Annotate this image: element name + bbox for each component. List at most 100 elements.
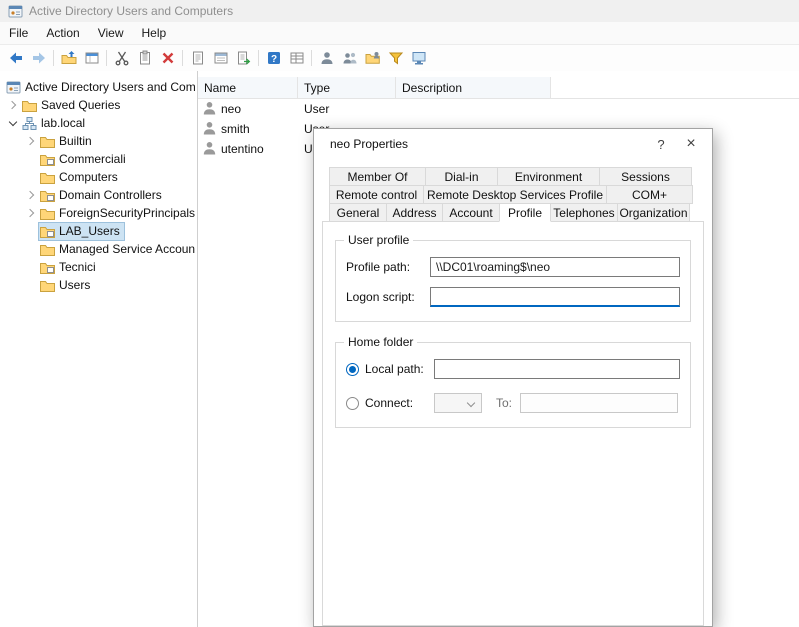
tree-item-users[interactable]: Users <box>0 276 197 294</box>
column-header-name[interactable]: Name <box>198 77 298 98</box>
tree-item-label: Users <box>59 278 90 292</box>
profile-path-label: Profile path: <box>346 260 430 274</box>
tree-item-label: Managed Service Accoun <box>59 242 195 256</box>
column-header-description[interactable]: Description <box>396 77 551 98</box>
new-user-button[interactable] <box>315 47 338 69</box>
tree-item-managed-service-accounts[interactable]: Managed Service Accoun <box>0 240 197 258</box>
new-group-button[interactable] <box>338 47 361 69</box>
back-button[interactable] <box>4 47 27 69</box>
profile-path-input[interactable] <box>430 257 680 277</box>
connect-radio[interactable] <box>346 397 359 410</box>
toolbar-separator <box>258 50 259 66</box>
add-to-group-button[interactable] <box>361 47 384 69</box>
forward-button[interactable] <box>27 47 50 69</box>
tree-item-builtin[interactable]: Builtin <box>0 132 197 150</box>
connect-path-input[interactable] <box>520 393 678 413</box>
domain-icon <box>22 117 37 130</box>
user-profile-legend: User profile <box>344 233 413 247</box>
local-path-radio[interactable] <box>346 363 359 376</box>
menu-action[interactable]: Action <box>37 22 88 44</box>
chevron-right-icon[interactable] <box>6 96 20 114</box>
tab-member-of[interactable]: Member Of <box>329 167 426 186</box>
tree-item-lab-users[interactable]: LAB_Users <box>0 222 197 240</box>
help-button[interactable]: ? <box>262 47 285 69</box>
tab-dial-in[interactable]: Dial-in <box>425 167 498 186</box>
local-path-input[interactable] <box>434 359 680 379</box>
tree-item-tecnici[interactable]: Tecnici <box>0 258 197 276</box>
menu-file[interactable]: File <box>0 22 37 44</box>
chevron-spacer <box>24 168 38 186</box>
tab-strip: Member Of Dial-in Environment Sessions R… <box>329 167 697 222</box>
tab-address[interactable]: Address <box>386 203 443 222</box>
list-row-neo[interactable]: neo User <box>198 99 799 119</box>
folder-icon <box>40 207 55 220</box>
menu-help[interactable]: Help <box>133 22 176 44</box>
chevron-spacer <box>24 258 38 276</box>
toolbar-separator <box>182 50 183 66</box>
export-list-button[interactable] <box>232 47 255 69</box>
tab-com-plus[interactable]: COM+ <box>606 185 693 204</box>
user-icon <box>203 141 216 158</box>
chevron-down-icon[interactable] <box>6 114 20 132</box>
tree-item-label: lab.local <box>41 116 85 130</box>
list-view-button[interactable] <box>285 47 308 69</box>
cell-name: utentino <box>221 142 264 156</box>
tab-general[interactable]: General <box>329 203 387 222</box>
dialog-help-button[interactable]: ? <box>646 132 676 156</box>
copy-button[interactable] <box>133 47 156 69</box>
console-tree-button[interactable] <box>80 47 103 69</box>
tree-item-lab-local[interactable]: lab.local <box>0 114 197 132</box>
list-header: Name Type Description <box>198 77 799 99</box>
chevron-spacer <box>24 150 38 168</box>
tab-profile[interactable]: Profile <box>499 203 551 222</box>
ou-folder-icon <box>40 225 55 238</box>
tree-item-domain-controllers[interactable]: Domain Controllers <box>0 186 197 204</box>
tab-account[interactable]: Account <box>442 203 500 222</box>
cut-button[interactable] <box>110 47 133 69</box>
tree-item-foreign-security-principals[interactable]: ForeignSecurityPrincipals <box>0 204 197 222</box>
up-level-button[interactable] <box>57 47 80 69</box>
logon-script-input[interactable] <box>430 287 680 307</box>
tab-row-3: General Address Account Profile Telephon… <box>329 203 697 222</box>
tree-item-commerciali[interactable]: Commerciali <box>0 150 197 168</box>
user-profile-group: User profile Profile path: Logon script: <box>335 240 691 322</box>
chevron-right-icon[interactable] <box>24 204 38 222</box>
forward-icon <box>31 50 47 66</box>
tab-row-2: Remote control Remote Desktop Services P… <box>329 185 697 204</box>
delete-button[interactable] <box>156 47 179 69</box>
tab-organization[interactable]: Organization <box>617 203 690 222</box>
menu-view[interactable]: View <box>89 22 133 44</box>
tree-item-label: Commerciali <box>59 152 126 166</box>
selected-highlight: LAB_Users <box>38 222 125 241</box>
properties-button[interactable] <box>209 47 232 69</box>
tab-environment[interactable]: Environment <box>497 167 600 186</box>
filter-button[interactable] <box>384 47 407 69</box>
drive-letter-select[interactable] <box>434 393 482 413</box>
new-group-icon <box>342 50 358 66</box>
toolbar-separator <box>106 50 107 66</box>
dialog-titlebar[interactable]: neo Properties ? × <box>314 129 712 159</box>
tree-item-computers[interactable]: Computers <box>0 168 197 186</box>
tree-item-saved-queries[interactable]: Saved Queries <box>0 96 197 114</box>
chevron-right-icon[interactable] <box>24 186 38 204</box>
chevron-right-icon[interactable] <box>24 132 38 150</box>
folder-icon <box>40 243 55 256</box>
cell-name: smith <box>221 122 250 136</box>
find-button[interactable] <box>407 47 430 69</box>
ou-folder-icon <box>40 153 55 166</box>
column-header-type[interactable]: Type <box>298 77 396 98</box>
tab-remote-desktop-services-profile[interactable]: Remote Desktop Services Profile <box>423 185 607 204</box>
tab-sessions[interactable]: Sessions <box>599 167 692 186</box>
dialog-close-button[interactable]: × <box>676 132 706 156</box>
folder-icon <box>40 135 55 148</box>
document-button[interactable] <box>186 47 209 69</box>
home-folder-group: Home folder Local path: Connect: To: <box>335 342 691 428</box>
tab-remote-control[interactable]: Remote control <box>329 185 424 204</box>
tree-item-root[interactable]: Active Directory Users and Com <box>0 78 197 96</box>
cut-icon <box>114 50 130 66</box>
user-icon <box>203 101 216 118</box>
tab-telephones[interactable]: Telephones <box>550 203 618 222</box>
svg-text:?: ? <box>270 54 276 65</box>
app-icon <box>8 5 23 18</box>
tree-item-label: Tecnici <box>59 260 96 274</box>
